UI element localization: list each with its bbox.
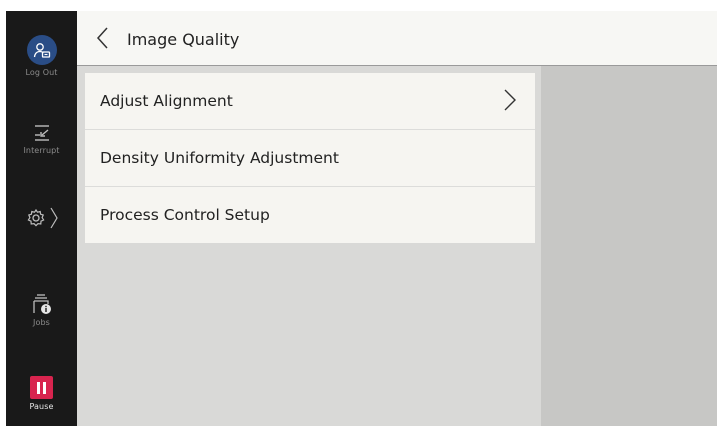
menu-item-adjust-alignment[interactable]: Adjust Alignment [85, 73, 535, 130]
user-logout-icon [26, 35, 57, 65]
chevron-left-icon [96, 27, 108, 49]
menu-item-label: Adjust Alignment [100, 92, 233, 110]
menu-item-label: Process Control Setup [100, 206, 270, 224]
app-frame: Log Out Interrupt Jobs Pause Image Quali… [0, 0, 717, 426]
pause-label: Pause [29, 402, 54, 411]
header-bar: Image Quality [77, 11, 717, 66]
back-button[interactable] [92, 26, 114, 50]
pause-button[interactable]: Pause [6, 376, 77, 411]
main-content: Adjust Alignment Density Uniformity Adju… [77, 66, 541, 426]
interrupt-icon [6, 123, 77, 143]
jobs-button[interactable]: Jobs [6, 293, 77, 327]
pause-icon [30, 376, 53, 399]
sidebar: Log Out Interrupt Jobs Pause [6, 11, 77, 426]
chevron-right-icon [504, 89, 516, 111]
gear-icon [6, 206, 77, 230]
menu-item-process-control[interactable]: Process Control Setup [85, 187, 535, 243]
detail-pane [541, 66, 717, 426]
chevron-right-icon [49, 207, 58, 229]
interrupt-label: Interrupt [23, 146, 60, 155]
menu-item-density-uniformity[interactable]: Density Uniformity Adjustment [85, 130, 535, 187]
settings-button[interactable] [6, 206, 77, 230]
logout-button[interactable]: Log Out [6, 35, 77, 77]
menu-list: Adjust Alignment Density Uniformity Adju… [85, 73, 535, 243]
page-title: Image Quality [127, 30, 240, 49]
jobs-label: Jobs [33, 318, 50, 327]
jobs-icon [6, 293, 77, 315]
menu-item-label: Density Uniformity Adjustment [100, 149, 339, 167]
logout-label: Log Out [25, 68, 58, 77]
interrupt-button[interactable]: Interrupt [6, 123, 77, 155]
